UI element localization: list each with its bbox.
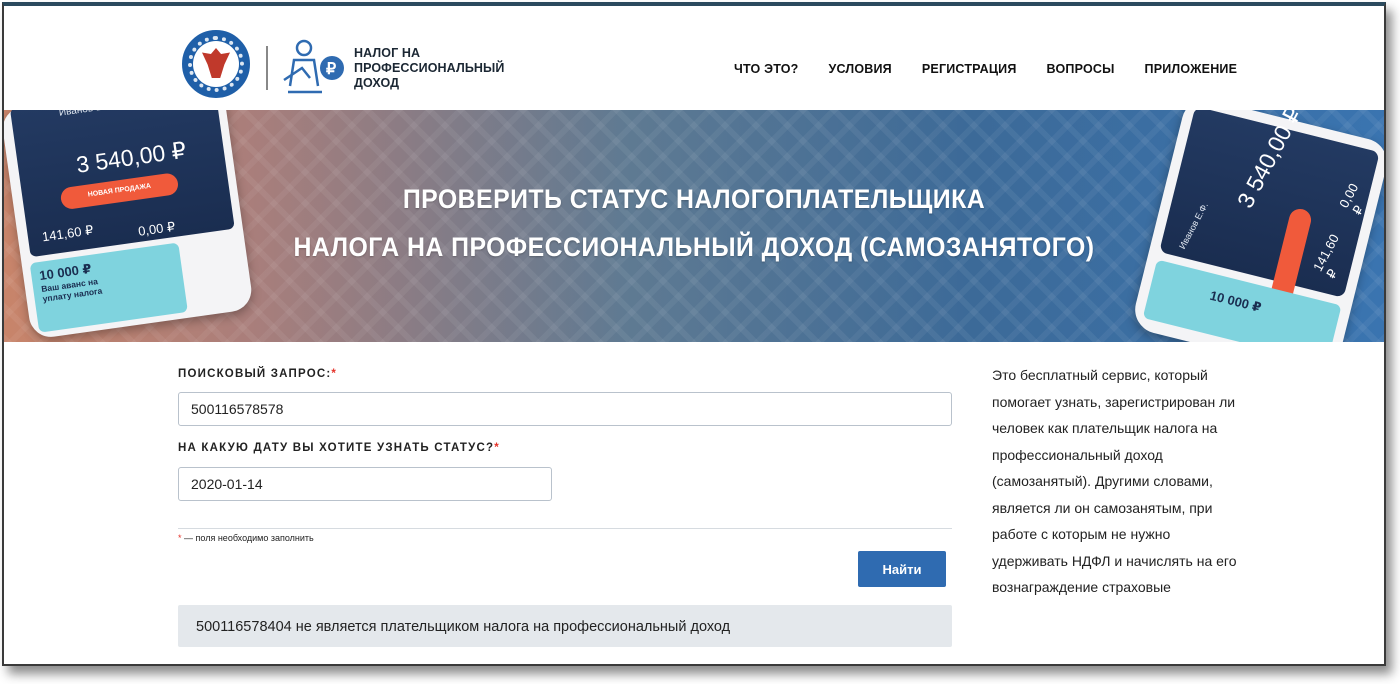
page-title-line-2: НАЛОГА НА ПРОФЕССИОНАЛЬНЫЙ ДОХОД (САМОЗА… <box>293 232 1095 262</box>
self-employed-logo-icon[interactable]: ₽ <box>282 38 348 98</box>
search-query-input[interactable] <box>178 392 952 426</box>
svg-text:₽: ₽ <box>326 61 336 78</box>
main-nav: ЧТО ЭТО? УСЛОВИЯ РЕГИСТРАЦИЯ ВОПРОСЫ ПРИ… <box>734 62 1237 76</box>
logo-divider <box>266 46 268 90</box>
fns-emblem-icon[interactable] <box>182 30 250 98</box>
logo-text[interactable]: НАЛОГ НА ПРОФЕССИОНАЛЬНЫЙ ДОХОД <box>354 46 504 91</box>
site-header: ₽ НАЛОГ НА ПРОФЕССИОНАЛЬНЫЙ ДОХОД ЧТО ЭТ… <box>4 6 1384 110</box>
phone-mockup-right: 3 540,00 ₽ Иванов Е.Ф. 141,60 ₽ 0,00 ₽ 1… <box>1130 110 1384 342</box>
required-note: * — поля необходимо заполнить <box>178 533 314 543</box>
hero-banner: Иванов Е.Ф. 3 540,00 ₽ НОВАЯ ПРОДАЖА 141… <box>4 110 1384 342</box>
result-message: 500116578404 не является плательщиком на… <box>178 605 952 647</box>
page-title-line-1: ПРОВЕРИТЬ СТАТУС НАЛОГОПЛАТЕЛЬЩИКА <box>402 184 986 214</box>
nav-item-conditions[interactable]: УСЛОВИЯ <box>828 62 891 76</box>
phone-mockup-left: Иванов Е.Ф. 3 540,00 ₽ НОВАЯ ПРОДАЖА 141… <box>4 110 255 340</box>
nav-item-registration[interactable]: РЕГИСТРАЦИЯ <box>922 62 1017 76</box>
nav-item-app[interactable]: ПРИЛОЖЕНИЕ <box>1145 62 1238 76</box>
form-divider <box>178 528 952 529</box>
query-label: ПОИСКОВЫЙ ЗАПРОС:* <box>178 368 338 380</box>
nav-item-questions[interactable]: ВОПРОСЫ <box>1047 62 1115 76</box>
find-button[interactable]: Найти <box>858 551 946 587</box>
service-description: Это бесплатный сервис, который помогает … <box>992 367 1237 595</box>
browser-frame: ₽ НАЛОГ НА ПРОФЕССИОНАЛЬНЫЙ ДОХОД ЧТО ЭТ… <box>2 2 1386 666</box>
date-input[interactable] <box>178 467 552 501</box>
date-label: НА КАКУЮ ДАТУ ВЫ ХОТИТЕ УЗНАТЬ СТАТУС?* <box>178 442 500 454</box>
nav-item-what-is-it[interactable]: ЧТО ЭТО? <box>734 62 798 76</box>
